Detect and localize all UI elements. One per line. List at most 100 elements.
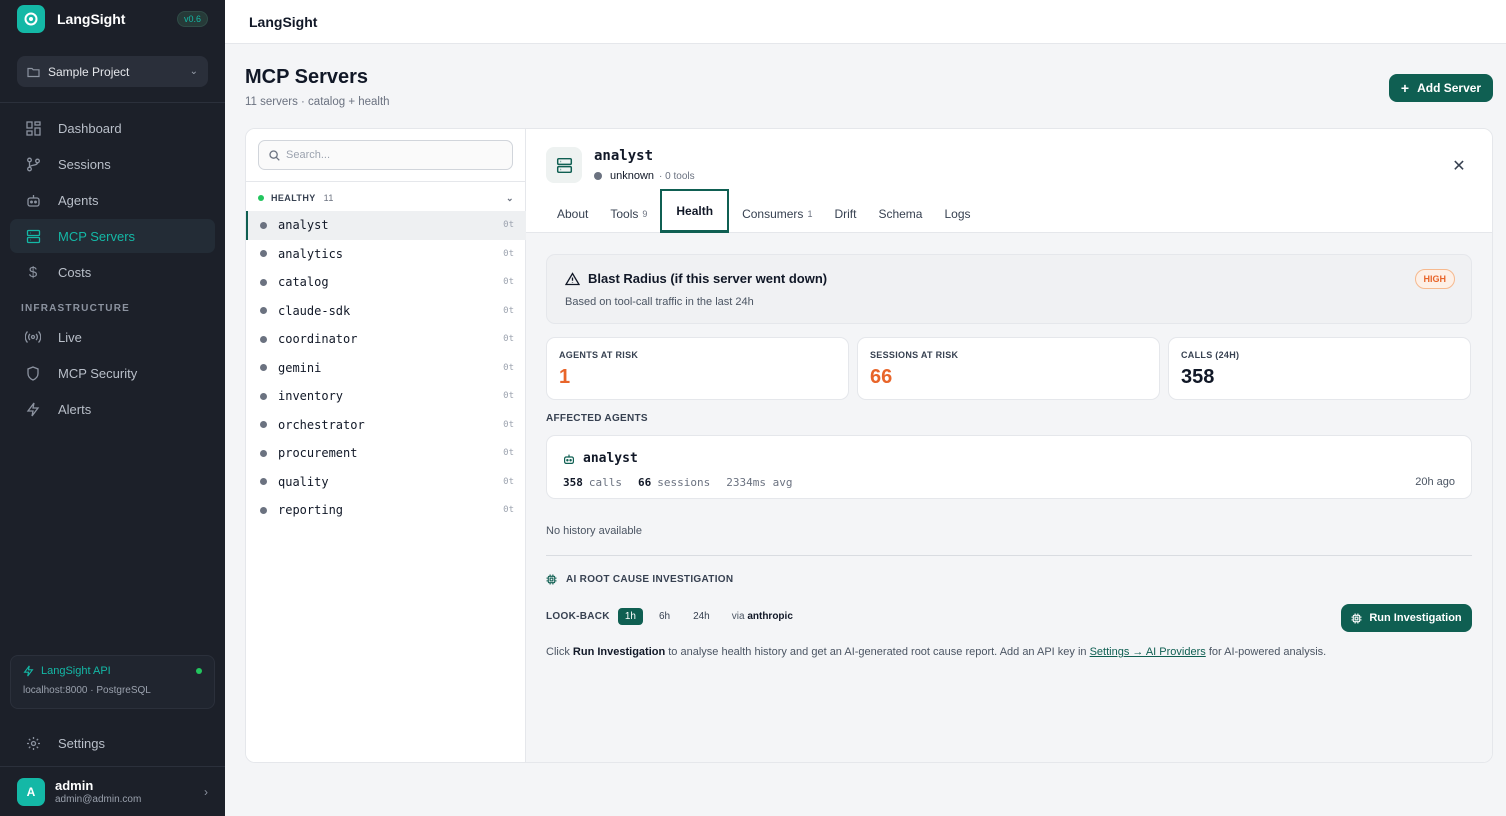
chevron-right-icon: › <box>204 784 208 799</box>
user-menu[interactable]: A admin admin@admin.com › <box>0 766 225 816</box>
cpu-chip-icon <box>1351 612 1362 624</box>
status-dot <box>594 172 602 180</box>
tab-consumers[interactable]: Consumers 1 <box>731 195 823 233</box>
tab-schema[interactable]: Schema <box>867 195 933 233</box>
nav-item-settings[interactable]: Settings <box>10 726 215 760</box>
agent-calls-unit: calls <box>588 476 622 489</box>
tool-count: 0t <box>503 220 514 231</box>
tab-label: About <box>557 207 589 221</box>
git-branch-icon <box>24 155 42 173</box>
server-row[interactable]: quality 0t <box>246 468 526 497</box>
help-suffix: for AI-powered analysis. <box>1208 646 1327 658</box>
tab-label: Health <box>676 203 714 218</box>
server-status: unknown · 0 tools <box>594 170 695 182</box>
lookback-option-24h[interactable]: 24h <box>686 608 717 625</box>
section-divider <box>546 555 1472 556</box>
api-status-title-row: LangSight API <box>23 665 202 677</box>
run-investigation-label: Run Investigation <box>1369 612 1462 624</box>
blast-radius-card: Blast Radius (if this server went down) … <box>546 254 1472 324</box>
brand: LangSight v0.6 <box>0 0 225 37</box>
search-placeholder: Search... <box>286 149 331 161</box>
nav-label: MCP Security <box>58 365 138 381</box>
dashboard-icon <box>24 119 42 137</box>
nav-item-agents[interactable]: Agents <box>10 183 215 217</box>
blast-radius-title: Blast Radius (if this server went down) <box>588 271 828 286</box>
server-row[interactable]: catalog 0t <box>246 268 526 297</box>
chevron-down-icon: ⌄ <box>189 66 198 77</box>
stat-value: 1 <box>559 366 571 388</box>
tool-count: 0t <box>503 334 514 345</box>
project-selector[interactable]: Sample Project ⌄ <box>17 56 208 87</box>
nav-item-sessions[interactable]: Sessions <box>10 147 215 181</box>
group-count: 11 <box>323 193 334 203</box>
server-row[interactable]: coordinator 0t <box>246 325 526 354</box>
tab-tools[interactable]: Tools 9 <box>599 195 658 233</box>
agent-last-seen: 20h ago <box>1415 476 1455 488</box>
tab-about[interactable]: About <box>546 195 599 233</box>
avatar: A <box>17 777 45 806</box>
via-prefix: via <box>731 611 745 622</box>
tab-drift[interactable]: Drift <box>823 195 867 233</box>
stat-calls-24h: CALLS (24H) 358 <box>1168 337 1471 400</box>
tab-logs[interactable]: Logs <box>933 195 981 233</box>
chevron-down-icon: ⌄ <box>506 192 514 203</box>
tab-health[interactable]: Health <box>660 189 730 233</box>
nav-item-costs[interactable]: $ Costs <box>10 255 215 289</box>
server-row[interactable]: analytics 0t <box>246 240 526 269</box>
langsight-logo-icon[interactable] <box>17 4 45 33</box>
server-row[interactable]: claude-sdk 0t <box>246 297 526 326</box>
server-row[interactable]: analyst 0t <box>246 211 526 240</box>
nav-item-mcp-security[interactable]: MCP Security <box>10 356 215 390</box>
no-history-text: No history available <box>546 525 642 537</box>
server-name: procurement <box>278 446 358 461</box>
nav-item-live[interactable]: Live <box>10 320 215 354</box>
tool-count: 0t <box>503 448 514 459</box>
server-name: analyst <box>278 218 329 233</box>
tool-meta: · 0 tools <box>659 170 695 182</box>
help-mid: to analyse health history and get an AI-… <box>668 646 1087 658</box>
status-dot <box>260 221 267 229</box>
tab-label: Logs <box>944 207 971 221</box>
run-investigation-button[interactable]: Run Investigation <box>1341 604 1472 632</box>
nav-item-mcp-servers[interactable]: MCP Servers <box>10 219 215 253</box>
nav-label: MCP Servers <box>58 228 136 244</box>
user-info: admin admin@admin.com <box>55 778 141 805</box>
settings-ai-providers-link[interactable]: Settings → AI Providers <box>1090 646 1206 658</box>
lookback-option-6h[interactable]: 6h <box>652 608 677 625</box>
user-email: admin@admin.com <box>55 794 142 805</box>
stat-value: 66 <box>870 366 893 388</box>
nav-item-alerts[interactable]: Alerts <box>10 392 215 426</box>
page-subtitle: 11 servers · catalog + health <box>245 96 390 108</box>
server-row[interactable]: gemini 0t <box>246 354 526 383</box>
gear-icon <box>24 734 42 752</box>
sidebar-divider <box>0 102 225 103</box>
server-icon <box>546 147 582 183</box>
affected-agent-card[interactable]: analyst 358 calls 66 sessions 2334ms avg 2… <box>546 435 1472 499</box>
group-header-healthy[interactable]: HEALTHY 11 ⌄ <box>246 189 526 207</box>
tool-count: 0t <box>503 277 514 288</box>
server-row[interactable]: procurement 0t <box>246 439 526 468</box>
shield-icon <box>24 364 42 382</box>
lookback-selector: LOOK-BACK 1h 6h 24h via anthropic <box>546 608 793 625</box>
server-row[interactable]: orchestrator 0t <box>246 411 526 440</box>
group-label: HEALTHY <box>271 193 316 203</box>
status-dot <box>260 478 267 486</box>
search-input[interactable]: Search... <box>258 140 513 170</box>
zap-icon <box>24 400 42 418</box>
server-row[interactable]: inventory 0t <box>246 382 526 411</box>
nav-item-dashboard[interactable]: Dashboard <box>10 111 215 145</box>
tab-count: 9 <box>642 209 648 219</box>
server-detail: analyst unknown · 0 tools ✕ About Tools 9… <box>526 129 1492 762</box>
add-server-button[interactable]: + Add Server <box>1389 74 1493 102</box>
server-row[interactable]: reporting 0t <box>246 496 526 525</box>
zap-icon <box>23 665 34 677</box>
close-icon[interactable]: ✕ <box>1450 157 1468 175</box>
nav-label: Live <box>58 329 82 345</box>
stat-label: SESSIONS AT RISK <box>870 350 959 360</box>
sidebar: LangSight v0.6 Sample Project ⌄ Dashboar… <box>0 0 225 816</box>
lookback-option-1h[interactable]: 1h <box>617 608 643 625</box>
search-icon <box>269 149 280 161</box>
status-dot <box>260 421 267 429</box>
topbar: LangSight <box>225 0 1506 44</box>
server-name: inventory <box>278 389 344 404</box>
